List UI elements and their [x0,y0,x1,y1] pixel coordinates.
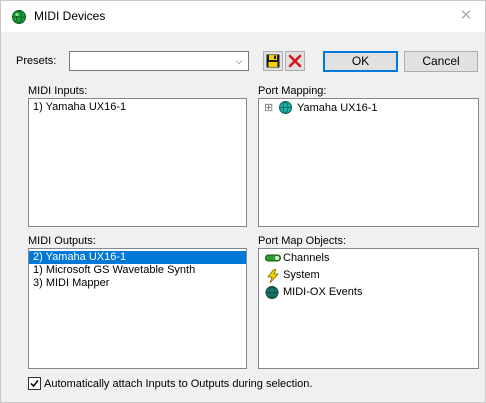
midi-ox-green-globe-icon [12,10,26,24]
delete-preset-button[interactable] [285,51,305,71]
port-map-objects-label: Port Map Objects: [258,235,347,247]
close-button[interactable]: ✕ [447,1,485,32]
ok-button[interactable]: OK [323,51,398,72]
list-item-label: System [283,269,320,281]
list-item[interactable]: MIDI-OX Events [259,284,478,301]
tree-item[interactable]: ⊞ Yamaha UX16-1 [259,100,478,116]
midi-outputs-label: MIDI Outputs: [28,235,96,247]
port-mapping-tree[interactable]: ⊞ Yamaha UX16-1 [258,98,479,227]
port-mapping-label: Port Mapping: [258,85,327,97]
channels-icon [265,254,281,262]
checkmark-icon [30,380,39,388]
red-x-delete-icon [288,54,302,68]
title-bar[interactable]: MIDI Devices ✕ [1,1,485,32]
presets-combobox[interactable]: ⌵ [69,51,249,71]
list-item-label: MIDI-OX Events [283,286,363,298]
save-preset-button[interactable] [263,51,283,71]
presets-input[interactable] [72,53,222,67]
tree-expand-icon[interactable]: ⊞ [264,100,273,116]
cancel-button[interactable]: Cancel [404,51,478,72]
port-map-objects-list[interactable]: Channels System MIDI-OX Events [258,248,479,369]
list-item[interactable]: Channels [259,250,478,267]
list-item-label: Channels [283,252,330,264]
midi-port-globe-icon [279,101,292,114]
tree-item-label: Yamaha UX16-1 [297,102,378,114]
window-title: MIDI Devices [34,9,106,23]
list-item[interactable]: 1) Microsoft GS Wavetable Synth [29,264,246,277]
list-item[interactable]: 3) MIDI Mapper [29,277,246,290]
list-item[interactable]: 2) Yamaha UX16-1 [29,251,246,264]
system-lightning-icon [267,269,279,283]
midi-inputs-list[interactable]: 1) Yamaha UX16-1 [28,98,247,227]
midi-inputs-label: MIDI Inputs: [28,85,88,97]
list-item[interactable]: 1) Yamaha UX16-1 [29,101,246,114]
midi-ox-events-icon [265,286,279,299]
midi-outputs-list[interactable]: 2) Yamaha UX16-1 1) Microsoft GS Wavetabl… [28,248,247,369]
auto-attach-label[interactable]: Automatically attach Inputs to Outputs d… [44,378,312,390]
floppy-save-icon [266,54,280,68]
auto-attach-checkbox[interactable] [28,377,41,390]
chevron-down-icon[interactable]: ⌵ [233,54,245,68]
close-icon: ✕ [459,7,473,24]
list-item[interactable]: System [259,267,478,284]
presets-label: Presets: [16,55,57,67]
midi-devices-dialog: MIDI Devices ✕ Presets: ⌵ OK Cancel MIDI… [0,0,486,403]
